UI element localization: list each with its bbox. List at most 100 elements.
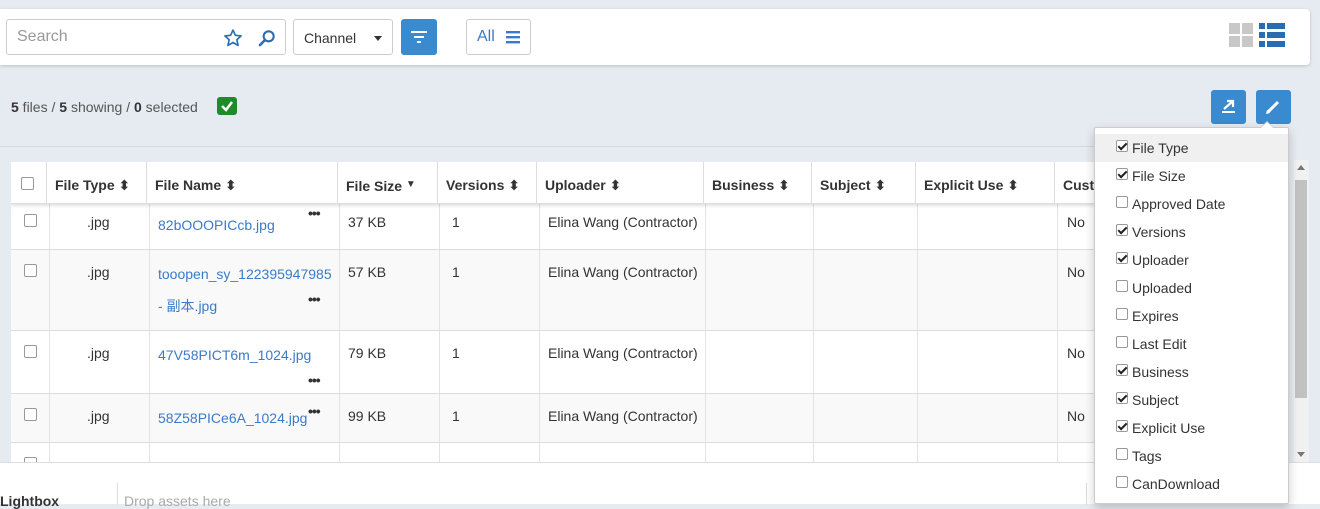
search-input[interactable] — [7, 20, 207, 54]
column-option-candownload[interactable]: CanDownload — [1095, 470, 1288, 498]
file-name-cell — [150, 443, 340, 462]
column-option-label: Subject — [1132, 392, 1179, 408]
column-option-tags[interactable]: Tags — [1095, 442, 1288, 470]
all-filter-button[interactable]: All — [466, 19, 531, 55]
scroll-down-icon[interactable] — [1297, 452, 1305, 457]
explicit-use-cell — [918, 250, 1058, 330]
column-option-label: Business — [1132, 364, 1189, 380]
file-size-cell: 79 KB — [340, 331, 440, 393]
file-name-cell: tooopen_sy_122395947985 - 副本.jpg ••• — [150, 250, 340, 330]
header-file-size[interactable]: File Size ▼ — [338, 162, 438, 204]
table-scrollbar[interactable] — [1294, 160, 1309, 462]
header-subject[interactable]: Subject ⬍ — [812, 162, 916, 204]
column-option-approved-date[interactable]: Approved Date — [1095, 190, 1288, 218]
row-checkbox[interactable] — [24, 264, 37, 277]
more-options-icon[interactable]: ••• — [308, 292, 321, 306]
more-options-icon[interactable]: ••• — [308, 206, 321, 220]
header-label: Business — [712, 177, 775, 193]
header-custom[interactable]: Cust — [1055, 162, 1095, 204]
file-name-link[interactable]: 47V58PICT6m_1024.jpg — [158, 347, 311, 363]
file-size-cell: 99 KB — [340, 394, 440, 442]
header-label: Cust — [1063, 177, 1095, 193]
column-option-uploader[interactable]: Uploader — [1095, 246, 1288, 274]
column-checkbox[interactable] — [1116, 140, 1128, 152]
header-label: File Name — [155, 177, 222, 193]
table-row[interactable]: .jpg 58Z58PICe6A_1024.jpg ••• 99 KB 1 El… — [11, 394, 1095, 443]
header-explicit-use[interactable]: Explicit Use ⬍ — [916, 162, 1055, 204]
file-size-cell: 57 KB — [340, 250, 440, 330]
edit-button[interactable] — [1256, 90, 1291, 124]
column-checkbox[interactable] — [1116, 196, 1128, 208]
more-options-icon[interactable]: ••• — [308, 373, 321, 387]
column-option-file-type[interactable]: File Type — [1095, 134, 1288, 162]
column-checkbox[interactable] — [1116, 280, 1128, 292]
table-row[interactable]: .jpg 82bOOOPICcb.jpg ••• 37 KB 1 Elina W… — [11, 204, 1095, 250]
column-checkbox[interactable] — [1116, 168, 1128, 180]
explicit-use-cell — [918, 394, 1058, 442]
uploader-cell: Elina Wang (Contractor) — [540, 204, 706, 249]
table-row[interactable] — [11, 443, 1095, 462]
search-icon[interactable] — [257, 28, 277, 48]
filter-button[interactable] — [401, 19, 437, 55]
column-checkbox[interactable] — [1116, 420, 1128, 432]
file-name-link[interactable]: 82bOOOPICcb.jpg — [158, 217, 275, 233]
file-name-link[interactable]: 58Z58PICe6A_1024.jpg — [158, 410, 307, 426]
column-option-file-size[interactable]: File Size — [1095, 162, 1288, 190]
select-all-toggle[interactable] — [217, 97, 237, 115]
column-option-last-edit[interactable]: Last Edit — [1095, 330, 1288, 358]
row-checkbox[interactable] — [24, 345, 37, 358]
file-table: File Type ⬍ File Name ⬍ File Size ▼ Vers… — [11, 162, 1095, 462]
file-name-cell: 58Z58PICe6A_1024.jpg ••• — [150, 394, 340, 442]
row-select-cell — [11, 204, 50, 249]
star-icon[interactable] — [223, 28, 243, 48]
uploader-cell: Elina Wang (Contractor) — [540, 394, 706, 442]
scrollbar-thumb[interactable] — [1295, 180, 1307, 398]
more-options-icon[interactable]: ••• — [308, 404, 321, 418]
chevron-down-icon — [374, 36, 382, 41]
column-checkbox[interactable] — [1116, 448, 1128, 460]
column-option-label: File Type — [1132, 140, 1189, 156]
column-checkbox[interactable] — [1116, 476, 1128, 488]
all-filter-label: All — [477, 28, 495, 45]
channel-dropdown[interactable]: Channel — [293, 19, 393, 55]
file-name-cell: 82bOOOPICcb.jpg ••• — [150, 204, 340, 249]
column-option-subject[interactable]: Subject — [1095, 386, 1288, 414]
versions-cell: 1 — [440, 394, 540, 442]
business-cell — [706, 331, 814, 393]
header-uploader[interactable]: Uploader ⬍ — [537, 162, 704, 204]
column-option-explicit-use[interactable]: Explicit Use — [1095, 414, 1288, 442]
column-checkbox[interactable] — [1116, 224, 1128, 236]
header-file-name[interactable]: File Name ⬍ — [147, 162, 338, 204]
column-checkbox[interactable] — [1116, 392, 1128, 404]
column-checkbox[interactable] — [1116, 336, 1128, 348]
row-checkbox[interactable] — [24, 408, 37, 421]
column-checkbox[interactable] — [1116, 364, 1128, 376]
file-type-cell: .jpg — [50, 250, 150, 330]
explicit-use-cell — [918, 443, 1058, 462]
column-option-expires[interactable]: Expires — [1095, 302, 1288, 330]
business-cell — [706, 250, 814, 330]
header-file-type[interactable]: File Type ⬍ — [47, 162, 147, 204]
scroll-up-icon[interactable] — [1297, 165, 1305, 170]
subject-cell — [814, 204, 918, 249]
column-checkbox[interactable] — [1116, 252, 1128, 264]
file-name-link[interactable]: tooopen_sy_122395947985 — [158, 258, 339, 290]
header-versions[interactable]: Versions ⬍ — [438, 162, 537, 204]
lightbox-drop-zone[interactable]: Drop assets here — [124, 493, 231, 509]
lightbox-title: Lightbox — [0, 493, 60, 509]
table-row[interactable]: .jpg tooopen_sy_122395947985 - 副本.jpg ••… — [11, 250, 1095, 331]
column-option-uploaded[interactable]: Uploaded — [1095, 274, 1288, 302]
row-select-cell — [11, 394, 50, 442]
column-option-versions[interactable]: Versions — [1095, 218, 1288, 246]
header-business[interactable]: Business ⬍ — [704, 162, 812, 204]
column-option-business[interactable]: Business — [1095, 358, 1288, 386]
row-checkbox[interactable] — [24, 214, 37, 227]
grid-view-icon[interactable] — [1229, 23, 1253, 47]
list-view-icon[interactable] — [1259, 23, 1285, 47]
row-select-cell — [11, 443, 50, 462]
export-button[interactable] — [1211, 90, 1246, 124]
table-row[interactable]: .jpg 47V58PICT6m_1024.jpg ••• 79 KB 1 El… — [11, 331, 1095, 394]
select-all-checkbox[interactable] — [21, 177, 34, 190]
column-checkbox[interactable] — [1116, 308, 1128, 320]
file-type-cell: .jpg — [50, 394, 150, 442]
